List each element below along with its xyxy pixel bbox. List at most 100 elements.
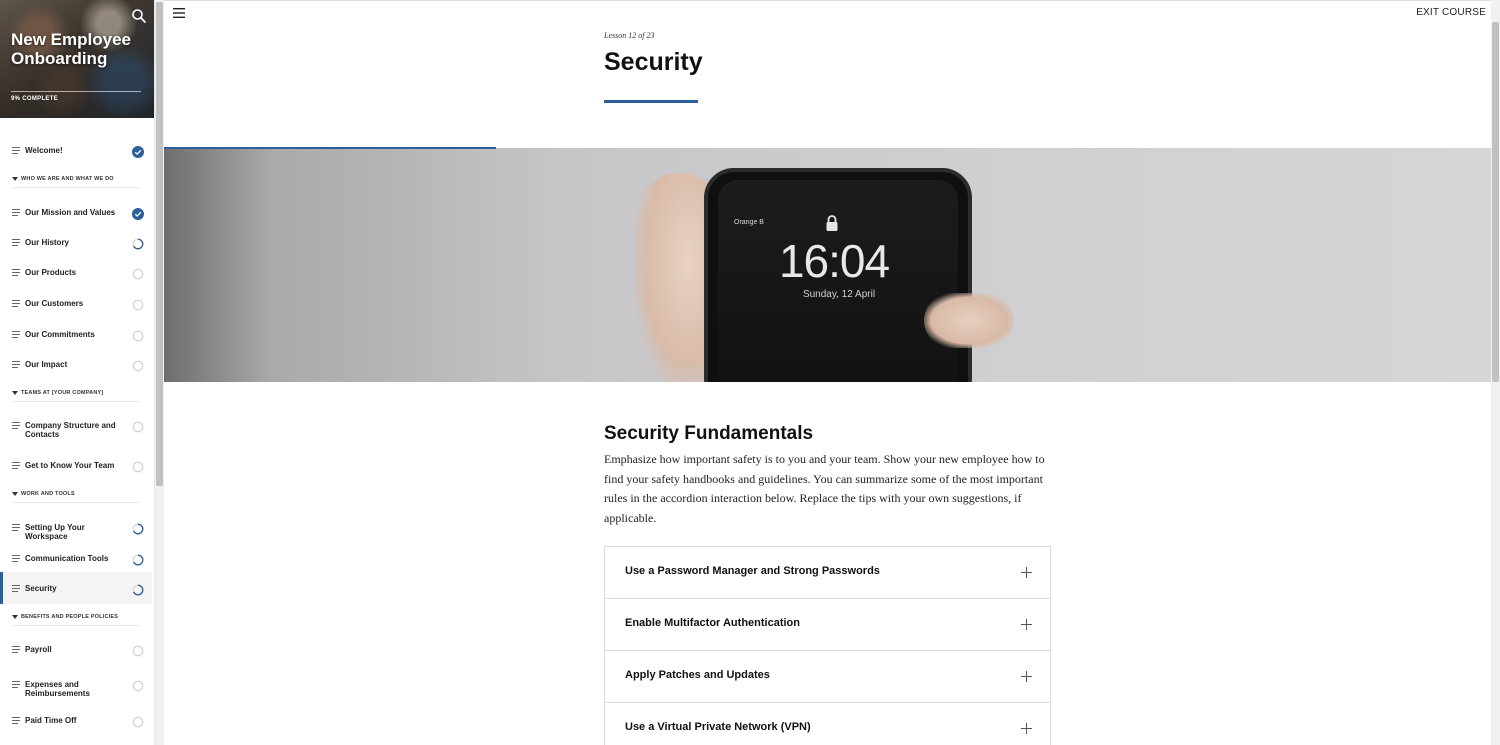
sidebar-lesson-item[interactable]: Our Commitments [0, 324, 152, 348]
sidebar-lesson-label: Paid Time Off [25, 716, 77, 725]
sidebar-lesson-item[interactable]: Our Mission and Values [0, 202, 152, 226]
lesson-main: EXIT COURSE Lesson 12 of 23 Security Ora… [164, 0, 1491, 745]
sidebar-lesson-item[interactable]: Get to Know Your Team [0, 455, 152, 479]
lesson-list-icon [12, 331, 20, 338]
caret-down-icon [12, 614, 18, 619]
plus-icon[interactable] [1021, 567, 1032, 578]
sidebar-section-label: WORK AND TOOLS [21, 491, 75, 497]
sidebar-lesson-item[interactable]: Setting Up Your Workspace [0, 517, 152, 547]
sidebar-section-header[interactable]: TEAMS AT [YOUR COMPANY] [12, 390, 140, 402]
lesson-list-icon [12, 300, 20, 307]
sidebar-lesson-label: Our Mission and Values [25, 208, 116, 217]
lesson-list-icon [12, 646, 20, 653]
caret-down-icon [12, 176, 18, 181]
thumb-shape [924, 293, 1014, 348]
sidebar-lesson-label: Our History [25, 238, 70, 247]
sidebar-lesson-item[interactable]: Our Customers [0, 293, 152, 317]
sidebar-lesson-label: Expenses and Reimbursements [25, 680, 90, 698]
progress-ring-icon [132, 238, 144, 250]
lesson-list-icon [12, 269, 20, 276]
accordion: Use a Password Manager and Strong Passwo… [604, 546, 1051, 745]
caret-down-icon [12, 491, 18, 496]
sidebar-lesson-item[interactable]: Our History [0, 232, 152, 256]
section-heading: Security Fundamentals [604, 423, 814, 444]
lesson-list-icon [12, 681, 20, 688]
lesson-list-icon [12, 422, 20, 429]
plus-icon[interactable] [1021, 619, 1032, 630]
menu-icon[interactable] [173, 8, 185, 18]
accordion-item-label: Use a Password Manager and Strong Passwo… [625, 565, 880, 577]
sidebar-lesson-label: Communication Tools [25, 554, 109, 563]
sidebar-lesson-label: Welcome! [25, 146, 63, 155]
sidebar-section-label: BENEFITS AND PEOPLE POLICIES [21, 614, 119, 620]
carrier-text: Orange B [734, 219, 764, 226]
not-started-icon [132, 330, 144, 342]
hero-image: Orange B 16:04 Sunday, 12 April [164, 148, 1491, 382]
not-started-icon [132, 461, 144, 473]
accordion-item-label: Use a Virtual Private Network (VPN) [625, 721, 811, 733]
sidebar-lesson-label: Our Impact [25, 360, 68, 369]
section-body: Emphasize how important safety is to you… [604, 452, 1045, 525]
sidebar-section-header[interactable]: WORK AND TOOLS [12, 491, 140, 503]
lesson-list-icon [12, 147, 20, 154]
accordion-item-label: Apply Patches and Updates [625, 669, 770, 681]
sidebar-lesson-item[interactable]: Expenses and Reimbursements [0, 674, 152, 704]
sidebar-lesson-label: Payroll [25, 645, 52, 654]
not-started-icon [132, 421, 144, 433]
lesson-count: Lesson 12 of 23 [604, 31, 655, 40]
course-header-image: New Employee Onboarding 9% COMPLETE [0, 0, 154, 118]
check-complete-icon [132, 208, 144, 220]
lesson-list-icon [12, 239, 20, 246]
not-started-icon [132, 680, 144, 692]
sidebar-lesson-item[interactable]: Communication Tools [0, 548, 152, 572]
lock-icon [826, 215, 838, 231]
accordion-item-label: Enable Multifactor Authentication [625, 617, 800, 629]
lesson-list-icon [12, 524, 20, 531]
sidebar-lesson-item[interactable]: Our Impact [0, 354, 152, 378]
sidebar-section-header[interactable]: BENEFITS AND PEOPLE POLICIES [12, 614, 140, 626]
top-border [164, 0, 1491, 1]
sidebar-lesson-label: Our Customers [25, 299, 84, 308]
sidebar-scrollbar-thumb[interactable] [156, 2, 163, 486]
sidebar-lesson-label: Setting Up Your Workspace [25, 523, 85, 541]
sidebar-lesson-item[interactable]: Company Structure and Contacts [0, 415, 152, 445]
not-started-icon [132, 716, 144, 728]
reading-progress-bar [164, 147, 496, 149]
accordion-item[interactable]: Apply Patches and Updates [605, 651, 1050, 703]
sidebar-lesson-item[interactable]: Paid Time Off [0, 710, 152, 734]
lesson-list-icon [12, 555, 20, 562]
accordion-item[interactable]: Enable Multifactor Authentication [605, 599, 1050, 651]
sidebar-lesson-label: Get to Know Your Team [25, 461, 115, 470]
lesson-list-icon [12, 209, 20, 216]
sidebar-lesson-item[interactable]: Security [0, 572, 152, 604]
exit-course-button[interactable]: EXIT COURSE [1416, 7, 1486, 18]
course-progress-bar [11, 91, 141, 92]
not-started-icon [132, 299, 144, 311]
main-scrollbar-thumb[interactable] [1492, 22, 1499, 382]
lesson-title: Security [604, 48, 703, 76]
plus-icon[interactable] [1021, 723, 1032, 734]
sidebar-section-label: TEAMS AT [YOUR COMPANY] [21, 390, 104, 396]
accordion-item[interactable]: Use a Password Manager and Strong Passwo… [605, 547, 1050, 599]
lesson-list-icon [12, 361, 20, 368]
sidebar-lesson-label: Our Products [25, 268, 77, 277]
sidebar-lesson-item[interactable]: Payroll [0, 639, 152, 663]
sidebar-section-header[interactable]: WHO WE ARE AND WHAT WE DO [12, 176, 140, 188]
sidebar-lesson-item[interactable]: Welcome! [0, 140, 152, 164]
sidebar-lesson-label: Our Commitments [25, 330, 95, 339]
search-icon[interactable] [131, 8, 147, 24]
lockscreen-date: Sunday, 12 April [802, 289, 876, 300]
not-started-icon [132, 645, 144, 657]
sidebar-section-label: WHO WE ARE AND WHAT WE DO [21, 176, 114, 182]
sidebar-lesson-label: Company Structure and Contacts [25, 421, 116, 439]
lesson-list-icon [12, 717, 20, 724]
lesson-list-icon [12, 585, 20, 592]
lesson-list-icon [12, 462, 20, 469]
sidebar-lesson-item[interactable]: Our Products [0, 262, 152, 286]
course-sidebar: New Employee Onboarding 9% COMPLETE Welc… [0, 0, 155, 745]
not-started-icon [132, 360, 144, 372]
check-complete-icon [132, 146, 144, 158]
progress-ring-icon [132, 584, 144, 596]
plus-icon[interactable] [1021, 671, 1032, 682]
accordion-item[interactable]: Use a Virtual Private Network (VPN) [605, 703, 1050, 745]
